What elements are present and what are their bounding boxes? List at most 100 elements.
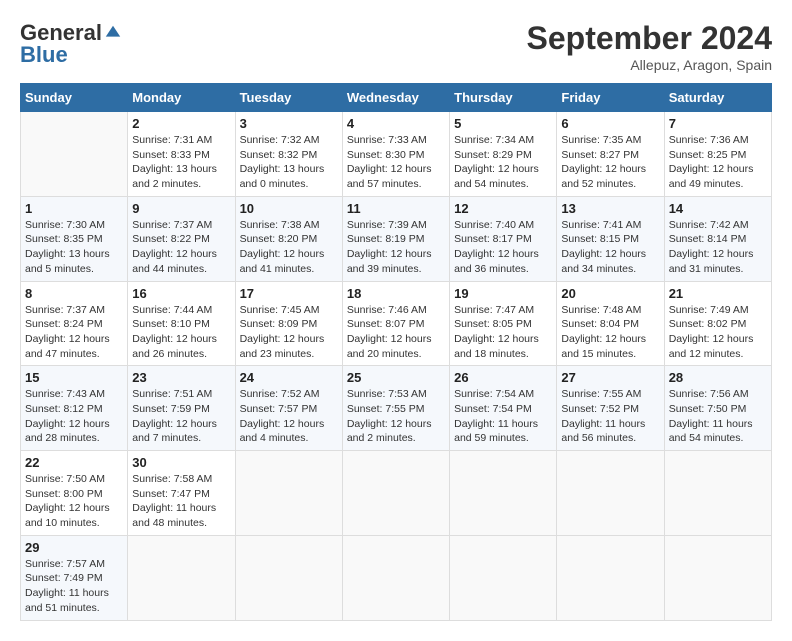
day-number: 21 — [669, 286, 767, 301]
day-info: Sunrise: 7:31 AM Sunset: 8:33 PM Dayligh… — [132, 133, 230, 192]
calendar-cell — [128, 535, 235, 620]
calendar-cell: 25 Sunrise: 7:53 AM Sunset: 7:55 PM Dayli… — [342, 366, 449, 451]
day-info: Sunrise: 7:46 AM Sunset: 8:07 PM Dayligh… — [347, 303, 445, 362]
day-number: 6 — [561, 116, 659, 131]
weekday-header: Thursday — [450, 84, 557, 112]
month-title: September 2024 — [527, 20, 772, 57]
day-info: Sunrise: 7:53 AM Sunset: 7:55 PM Dayligh… — [347, 387, 445, 446]
calendar-cell: 5Sunrise: 7:34 AM Sunset: 8:29 PM Daylig… — [450, 112, 557, 197]
calendar-cell: 22 Sunrise: 7:50 AM Sunset: 8:00 PM Dayli… — [21, 451, 128, 536]
day-number: 17 — [240, 286, 338, 301]
calendar-cell: 6 Sunrise: 7:35 AM Sunset: 8:27 PM Daylig… — [557, 112, 664, 197]
weekday-header: Wednesday — [342, 84, 449, 112]
day-info: Sunrise: 7:38 AM Sunset: 8:20 PM Dayligh… — [240, 218, 338, 277]
calendar-cell: 20 Sunrise: 7:48 AM Sunset: 8:04 PM Dayli… — [557, 281, 664, 366]
calendar-cell: 16 Sunrise: 7:44 AM Sunset: 8:10 PM Dayli… — [128, 281, 235, 366]
calendar-cell: 18 Sunrise: 7:46 AM Sunset: 8:07 PM Dayli… — [342, 281, 449, 366]
calendar-cell — [450, 451, 557, 536]
day-info: Sunrise: 7:32 AM Sunset: 8:32 PM Dayligh… — [240, 133, 338, 192]
day-info: Sunrise: 7:44 AM Sunset: 8:10 PM Dayligh… — [132, 303, 230, 362]
day-number: 19 — [454, 286, 552, 301]
day-info: Sunrise: 7:45 AM Sunset: 8:09 PM Dayligh… — [240, 303, 338, 362]
day-info: Sunrise: 7:57 AM Sunset: 7:49 PM Dayligh… — [25, 557, 123, 616]
calendar-row: 22 Sunrise: 7:50 AM Sunset: 8:00 PM Dayli… — [21, 451, 772, 536]
calendar-row: 2 Sunrise: 7:31 AM Sunset: 8:33 PM Daylig… — [21, 112, 772, 197]
day-number: 18 — [347, 286, 445, 301]
calendar-cell: 2 Sunrise: 7:31 AM Sunset: 8:33 PM Daylig… — [128, 112, 235, 197]
day-number: 22 — [25, 455, 123, 470]
day-info: Sunrise: 7:34 AM Sunset: 8:29 PM Dayligh… — [454, 133, 552, 192]
calendar-cell: 4 Sunrise: 7:33 AM Sunset: 8:30 PM Daylig… — [342, 112, 449, 197]
day-info: Sunrise: 7:58 AM Sunset: 7:47 PM Dayligh… — [132, 472, 230, 531]
day-number: 8 — [25, 286, 123, 301]
day-number: 10 — [240, 201, 338, 216]
day-info: Sunrise: 7:48 AM Sunset: 8:04 PM Dayligh… — [561, 303, 659, 362]
weekday-header: Monday — [128, 84, 235, 112]
day-number: 29 — [25, 540, 123, 555]
calendar-cell — [664, 451, 771, 536]
calendar-cell: 13Sunrise: 7:41 AM Sunset: 8:15 PM Dayli… — [557, 196, 664, 281]
day-number: 2 — [132, 116, 230, 131]
calendar-cell — [342, 535, 449, 620]
day-number: 30 — [132, 455, 230, 470]
day-number: 4 — [347, 116, 445, 131]
day-info: Sunrise: 7:43 AM Sunset: 8:12 PM Dayligh… — [25, 387, 123, 446]
day-info: Sunrise: 7:37 AM Sunset: 8:22 PM Dayligh… — [132, 218, 230, 277]
day-number: 20 — [561, 286, 659, 301]
calendar-cell: 14Sunrise: 7:42 AM Sunset: 8:14 PM Dayli… — [664, 196, 771, 281]
calendar-row: 15 Sunrise: 7:43 AM Sunset: 8:12 PM Dayli… — [21, 366, 772, 451]
calendar-cell: 8 Sunrise: 7:37 AM Sunset: 8:24 PM Daylig… — [21, 281, 128, 366]
day-info: Sunrise: 7:42 AM Sunset: 8:14 PM Dayligh… — [669, 218, 767, 277]
day-number: 26 — [454, 370, 552, 385]
day-number: 3 — [240, 116, 338, 131]
day-number: 7 — [669, 116, 767, 131]
calendar-cell: 9 Sunrise: 7:37 AM Sunset: 8:22 PM Daylig… — [128, 196, 235, 281]
calendar-cell — [235, 451, 342, 536]
day-number: 16 — [132, 286, 230, 301]
calendar-row: 8 Sunrise: 7:37 AM Sunset: 8:24 PM Daylig… — [21, 281, 772, 366]
calendar-cell: 26Sunrise: 7:54 AM Sunset: 7:54 PM Dayli… — [450, 366, 557, 451]
logo-icon — [104, 24, 122, 42]
calendar-cell: 10 Sunrise: 7:38 AM Sunset: 8:20 PM Dayli… — [235, 196, 342, 281]
calendar-row: 1Sunrise: 7:30 AM Sunset: 8:35 PM Daylig… — [21, 196, 772, 281]
day-info: Sunrise: 7:30 AM Sunset: 8:35 PM Dayligh… — [25, 218, 123, 277]
day-number: 12 — [454, 201, 552, 216]
calendar-header-row: SundayMondayTuesdayWednesdayThursdayFrid… — [21, 84, 772, 112]
day-number: 9 — [132, 201, 230, 216]
day-number: 28 — [669, 370, 767, 385]
day-info: Sunrise: 7:35 AM Sunset: 8:27 PM Dayligh… — [561, 133, 659, 192]
weekday-header: Saturday — [664, 84, 771, 112]
calendar-cell: 7 Sunrise: 7:36 AM Sunset: 8:25 PM Daylig… — [664, 112, 771, 197]
day-number: 15 — [25, 370, 123, 385]
day-info: Sunrise: 7:50 AM Sunset: 8:00 PM Dayligh… — [25, 472, 123, 531]
day-info: Sunrise: 7:33 AM Sunset: 8:30 PM Dayligh… — [347, 133, 445, 192]
day-number: 27 — [561, 370, 659, 385]
calendar-cell: 28Sunrise: 7:56 AM Sunset: 7:50 PM Dayli… — [664, 366, 771, 451]
calendar-cell: 24Sunrise: 7:52 AM Sunset: 7:57 PM Dayli… — [235, 366, 342, 451]
day-number: 24 — [240, 370, 338, 385]
calendar-cell: 23Sunrise: 7:51 AM Sunset: 7:59 PM Dayli… — [128, 366, 235, 451]
calendar-row: 29 Sunrise: 7:57 AM Sunset: 7:49 PM Dayli… — [21, 535, 772, 620]
calendar-cell: 21 Sunrise: 7:49 AM Sunset: 8:02 PM Dayli… — [664, 281, 771, 366]
day-info: Sunrise: 7:36 AM Sunset: 8:25 PM Dayligh… — [669, 133, 767, 192]
day-info: Sunrise: 7:40 AM Sunset: 8:17 PM Dayligh… — [454, 218, 552, 277]
calendar-cell — [21, 112, 128, 197]
calendar-table: SundayMondayTuesdayWednesdayThursdayFrid… — [20, 83, 772, 621]
day-number: 25 — [347, 370, 445, 385]
day-info: Sunrise: 7:51 AM Sunset: 7:59 PM Dayligh… — [132, 387, 230, 446]
calendar-cell — [557, 535, 664, 620]
weekday-header: Tuesday — [235, 84, 342, 112]
day-info: Sunrise: 7:47 AM Sunset: 8:05 PM Dayligh… — [454, 303, 552, 362]
logo: General Blue — [20, 20, 122, 68]
day-info: Sunrise: 7:55 AM Sunset: 7:52 PM Dayligh… — [561, 387, 659, 446]
calendar-cell — [664, 535, 771, 620]
calendar-cell: 1Sunrise: 7:30 AM Sunset: 8:35 PM Daylig… — [21, 196, 128, 281]
calendar-cell: 12 Sunrise: 7:40 AM Sunset: 8:17 PM Dayli… — [450, 196, 557, 281]
calendar-cell: 30 Sunrise: 7:58 AM Sunset: 7:47 PM Dayli… — [128, 451, 235, 536]
calendar-cell: 29 Sunrise: 7:57 AM Sunset: 7:49 PM Dayli… — [21, 535, 128, 620]
location: Allepuz, Aragon, Spain — [527, 57, 772, 73]
day-info: Sunrise: 7:39 AM Sunset: 8:19 PM Dayligh… — [347, 218, 445, 277]
day-info: Sunrise: 7:49 AM Sunset: 8:02 PM Dayligh… — [669, 303, 767, 362]
day-info: Sunrise: 7:37 AM Sunset: 8:24 PM Dayligh… — [25, 303, 123, 362]
calendar-cell: 27 Sunrise: 7:55 AM Sunset: 7:52 PM Dayli… — [557, 366, 664, 451]
